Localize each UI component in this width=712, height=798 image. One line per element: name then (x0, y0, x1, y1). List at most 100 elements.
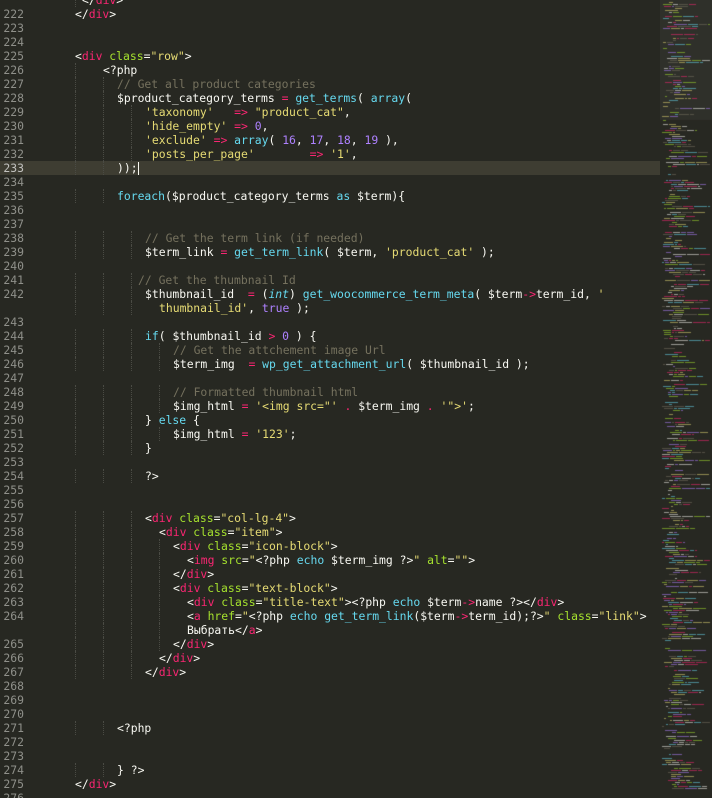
code-line[interactable]: 275 </div> (0, 777, 660, 791)
code-token: ( (268, 133, 283, 147)
code-token: // Get the term link (if needed) (145, 231, 365, 245)
code-line[interactable]: 242 $thumbnail_id = (int) get_woocommerce… (0, 287, 660, 301)
code-line[interactable]: 223 (0, 21, 660, 35)
code-line[interactable]: 246 $term_img = wp_get_attachment_url( $t… (0, 357, 660, 371)
indent-guide (131, 343, 132, 357)
code-line[interactable]: 233)); (0, 161, 660, 175)
code-token: } ?> (117, 763, 145, 777)
code-line[interactable]: 260 <img src="<?php echo $term_img ?>" al… (0, 553, 660, 567)
code-token: 'product_cat' (385, 245, 475, 259)
code-line[interactable]: 244 if( $thumbnail_id > 0 ) { (0, 329, 660, 343)
line-number: 228 (3, 91, 24, 105)
code-line[interactable]: 235 foreach($product_category_terms as $t… (0, 189, 660, 203)
code-line[interactable]: 265 </div> (0, 637, 660, 651)
code-line[interactable]: 253 (0, 455, 660, 469)
code-token: > (468, 553, 476, 567)
code-line[interactable]: 238 // Get the term link (if needed) (0, 231, 660, 245)
code-text: $term_link = get_term_link( $term, 'prod… (145, 245, 495, 259)
indent-guide (103, 245, 104, 259)
code-line[interactable]: 259 <div class="icon-block"> (0, 539, 660, 553)
code-line[interactable]: 255 (0, 483, 660, 497)
code-line[interactable]: 267 </div> (0, 665, 660, 679)
code-token: ) { (289, 329, 317, 343)
code-line[interactable]: 245 // Get the attchement image Url (0, 343, 660, 357)
code-token: " (248, 553, 256, 567)
code-line[interactable]: 250} else { (0, 413, 660, 427)
code-token: ?> (392, 553, 414, 567)
code-line[interactable]: 274} ?> (0, 763, 660, 777)
code-line[interactable]: 273 (0, 749, 660, 763)
code-line[interactable]: 227 // Get all product categories (0, 77, 660, 91)
code-line[interactable]: 266 </div> (0, 651, 660, 665)
code-line[interactable]: 257 <div class="col-lg-4"> (0, 511, 660, 525)
code-token: = (241, 553, 249, 567)
code-token: $term (420, 609, 455, 623)
code-token: <?php (255, 553, 297, 567)
code-text: <div class="col-lg-4"> (145, 511, 296, 525)
code-text: // Get the thumbnail Id (138, 273, 296, 287)
code-line[interactable]: 261 </div> (0, 567, 660, 581)
code-line[interactable]: thumbnail_id', true ); (0, 301, 660, 315)
code-token: > (179, 665, 187, 679)
code-line[interactable]: 236 (0, 203, 660, 217)
code-line[interactable]: 248 // Formatted thumbnail html (0, 385, 660, 399)
code-text: <img src="<?php echo $term_img ?>" alt="… (187, 553, 475, 567)
indent-guide (75, 301, 76, 315)
code-text: } ?> (117, 763, 144, 777)
code-line[interactable]: 270 (0, 707, 660, 721)
code-token: ( (158, 329, 173, 343)
code-line[interactable]: 237 (0, 217, 660, 231)
indent-guide (75, 609, 76, 623)
code-line[interactable]: 269 (0, 693, 660, 707)
code-line[interactable]: 224 (0, 35, 660, 49)
code-line[interactable]: 234 (0, 175, 660, 189)
code-line[interactable]: 254 ?> (0, 469, 660, 483)
code-line[interactable]: 252} (0, 441, 660, 455)
code-text: $img_html = '<img src="' . $term_img . '… (173, 399, 475, 413)
code-line[interactable]: 247 (0, 371, 660, 385)
code-token: // Formatted thumbnail html (173, 385, 359, 399)
code-line[interactable]: 276 (0, 791, 660, 798)
line-number: 227 (3, 77, 24, 91)
code-line[interactable]: 272 (0, 735, 660, 749)
code-line[interactable]: 268 (0, 679, 660, 693)
code-token: $term (487, 287, 523, 301)
code-line[interactable]: 241 // Get the thumbnail Id (0, 273, 660, 287)
code-line[interactable]: 240 (0, 259, 660, 273)
code-line[interactable]: 231 'exclude' => array( 16, 17, 18, 19 ), (0, 133, 660, 147)
code-line[interactable]: 258 <div class="item"> (0, 525, 660, 539)
code-line[interactable]: 228 $product_category_terms = get_terms( … (0, 91, 660, 105)
code-line[interactable]: 226 <?php (0, 63, 660, 77)
code-line[interactable]: 222 </div> (0, 7, 660, 21)
code-line[interactable]: 263 <div class="title-text"><?php echo $t… (0, 595, 660, 609)
text-cursor (138, 162, 139, 175)
code-line[interactable]: 243 (0, 315, 660, 329)
code-token: 'taxonomy' (145, 105, 214, 119)
indent-guide (103, 161, 104, 175)
code-line[interactable]: 229 'taxonomy' => "product_cat", (0, 105, 660, 119)
code-line[interactable]: 230 'hide_empty' => 0, (0, 119, 660, 133)
code-line[interactable]: 249 $img_html = '<img src="' . $term_img … (0, 399, 660, 413)
code-token: , (295, 133, 310, 147)
code-line[interactable]: Выбрать</a> (0, 623, 660, 637)
code-line[interactable]: 264 <a href="<?php echo get_term_link($te… (0, 609, 660, 623)
indent-guide (131, 147, 132, 161)
code-line[interactable]: 232 'posts_per_page' => '1', (0, 147, 660, 161)
indent-guide (131, 133, 132, 147)
code-line[interactable]: 271 <?php (0, 721, 660, 735)
code-line[interactable]: 225 <div class="row"> (0, 49, 660, 63)
code-line[interactable]: 256 (0, 497, 660, 511)
code-text: // Formatted thumbnail html (173, 385, 358, 399)
code-line[interactable]: </div> (0, 0, 660, 7)
code-line[interactable]: 239 $term_link = get_term_link( $term, 'p… (0, 245, 660, 259)
code-editor[interactable]: </div> 222 </div> 223 224 225 <div class="row"… (0, 0, 660, 798)
indent-guide (103, 91, 104, 105)
code-line[interactable]: 262 <div class="text-block"> (0, 581, 660, 595)
code-token: </ (159, 651, 173, 665)
minimap[interactable] (660, 0, 712, 798)
code-token: < (187, 553, 194, 567)
code-line[interactable]: 251 $img_html = '123'; (0, 427, 660, 441)
